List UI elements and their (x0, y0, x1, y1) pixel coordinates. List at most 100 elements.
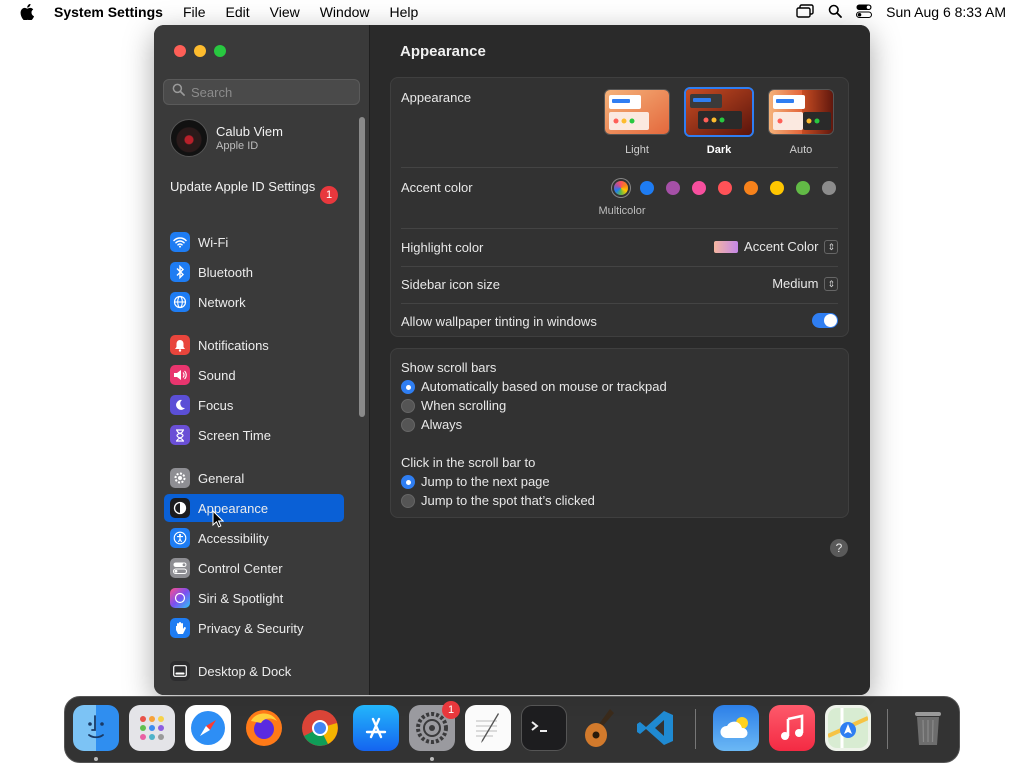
accent-swatch-pink[interactable] (692, 181, 706, 195)
appearance-settings-group: Appearance Light Dark Auto Accent color (390, 77, 849, 337)
dock: 1 (64, 696, 960, 763)
hourglass-icon (170, 425, 190, 445)
sidebar-item-network[interactable]: Network (164, 288, 344, 316)
window-controls (174, 45, 226, 57)
scroll-bars-auto-radio[interactable]: Automatically based on mouse or trackpad (401, 379, 667, 394)
search-field[interactable] (163, 79, 360, 105)
accent-swatch-purple[interactable] (666, 181, 680, 195)
sidebar-item-screen-time[interactable]: Screen Time (164, 421, 344, 449)
dock-maps-icon[interactable] (825, 705, 871, 751)
accent-swatch-blue[interactable] (640, 181, 654, 195)
sidebar-item-label: Desktop & Dock (198, 663, 292, 679)
accessibility-icon (170, 528, 190, 548)
appearance-label: Appearance (401, 90, 472, 105)
close-button[interactable] (174, 45, 186, 57)
accent-swatch-graphite[interactable] (822, 181, 836, 195)
sidebar-item-general[interactable]: General (164, 464, 344, 492)
gear-icon (170, 468, 190, 488)
apple-menu-icon[interactable] (0, 4, 54, 20)
search-input[interactable] (191, 84, 351, 100)
running-indicator (94, 757, 98, 761)
sidebar-item-accessibility[interactable]: Accessibility (164, 524, 344, 552)
appearance-option-auto-label: Auto (789, 144, 813, 156)
apple-id-profile[interactable]: Calub Viem Apple ID (170, 119, 283, 157)
wallpaper-tinting-label: Allow wallpaper tinting in windows (401, 314, 597, 329)
speaker-icon (170, 365, 190, 385)
appearance-option-dark[interactable] (684, 87, 754, 137)
radio-label: When scrolling (421, 398, 507, 413)
zoom-button[interactable] (214, 45, 226, 57)
accent-swatch-red[interactable] (718, 181, 732, 195)
bluetooth-icon (170, 262, 190, 282)
menu-view[interactable]: View (260, 4, 310, 20)
dock-finder-icon[interactable] (73, 705, 119, 751)
sidebar-icon-size-value: Medium (772, 276, 819, 291)
sidebar-item-notifications[interactable]: Notifications (164, 331, 344, 359)
jump-next-page-radio[interactable]: Jump to the next page (401, 474, 550, 489)
radio-unselected-icon (401, 398, 415, 413)
help-button[interactable]: ? (830, 539, 848, 557)
scroll-bars-group: Show scroll bars Automatically based on … (390, 348, 849, 518)
sidebar-icon-size-label: Sidebar icon size (401, 277, 500, 292)
minimize-button[interactable] (194, 45, 206, 57)
scroll-bars-when-scrolling-radio[interactable]: When scrolling (401, 398, 506, 413)
dock-chrome-icon[interactable] (297, 705, 343, 751)
sidebar-scrollbar[interactable] (359, 117, 365, 417)
sidebar-item-bluetooth[interactable]: Bluetooth (164, 258, 344, 286)
menu-window[interactable]: Window (310, 4, 380, 20)
divider (401, 266, 838, 267)
dock-textedit-icon[interactable] (465, 705, 511, 751)
sidebar-item-siri-spotlight[interactable]: Siri & Spotlight (164, 584, 344, 612)
control-center-icon (170, 558, 190, 578)
menu-help[interactable]: Help (380, 4, 429, 20)
appearance-icon (170, 498, 190, 518)
dock-settings-badge: 1 (442, 701, 460, 719)
appearance-option-light[interactable] (604, 89, 670, 135)
radio-selected-icon (401, 474, 415, 489)
accent-swatch-yellow[interactable] (770, 181, 784, 195)
dock-terminal-icon[interactable] (521, 705, 567, 751)
dock-firefox-icon[interactable] (241, 705, 287, 751)
radio-selected-icon (401, 379, 415, 394)
main-pane: Appearance Appearance Light Dark Auto Ac… (370, 25, 870, 695)
jump-spot-clicked-radio[interactable]: Jump to the spot that’s clicked (401, 493, 595, 508)
dock-vscode-icon[interactable] (633, 705, 679, 751)
click-scroll-bar-label: Click in the scroll bar to (401, 455, 536, 470)
sidebar-item-sound[interactable]: Sound (164, 361, 344, 389)
sidebar-item-label: Privacy & Security (198, 620, 304, 636)
dock-music-icon[interactable] (769, 705, 815, 751)
dock-garageband-icon[interactable] (577, 705, 623, 751)
menu-file[interactable]: File (173, 4, 216, 20)
dock-app-store-icon[interactable] (353, 705, 399, 751)
menu-edit[interactable]: Edit (216, 4, 260, 20)
sidebar-item-desktop-dock[interactable]: Desktop & Dock (164, 657, 344, 685)
accent-swatch-multicolor[interactable] (614, 181, 628, 195)
sidebar-item-wifi[interactable]: Wi-Fi (164, 228, 344, 256)
sidebar-item-label: Screen Time (198, 427, 271, 443)
sidebar-icon-size-popup[interactable]: Medium ⇕ (772, 276, 838, 291)
dock-safari-icon[interactable] (185, 705, 231, 751)
sidebar-item-label: Accessibility (198, 530, 269, 546)
scroll-bars-always-radio[interactable]: Always (401, 417, 462, 432)
sidebar-item-control-center[interactable]: Control Center (164, 554, 344, 582)
highlight-color-popup[interactable]: Accent Color ⇕ (714, 239, 838, 254)
dock-launchpad-icon[interactable] (129, 705, 175, 751)
menu-app-name[interactable]: System Settings (54, 4, 173, 20)
sidebar-item-appearance[interactable]: Appearance (164, 494, 344, 522)
update-apple-id-item[interactable]: Update Apple ID Settings (170, 179, 340, 195)
appearance-option-auto[interactable] (768, 89, 834, 135)
accent-swatch-orange[interactable] (744, 181, 758, 195)
running-indicator (430, 757, 434, 761)
wallpaper-tinting-toggle[interactable] (812, 313, 838, 328)
highlight-color-label: Highlight color (401, 240, 484, 255)
screen-mirroring-icon[interactable] (796, 3, 814, 21)
sidebar-item-focus[interactable]: Focus (164, 391, 344, 419)
dock-trash-icon[interactable] (905, 705, 951, 751)
spotlight-search-icon[interactable] (828, 4, 843, 21)
menu-clock[interactable]: Sun Aug 6 8:33 AM (886, 4, 1006, 20)
sidebar-item-label: Wi-Fi (198, 234, 229, 250)
sidebar-item-privacy-security[interactable]: Privacy & Security (164, 614, 344, 642)
dock-weather-icon[interactable] (713, 705, 759, 751)
accent-swatch-green[interactable] (796, 181, 810, 195)
control-center-icon[interactable] (856, 4, 873, 21)
